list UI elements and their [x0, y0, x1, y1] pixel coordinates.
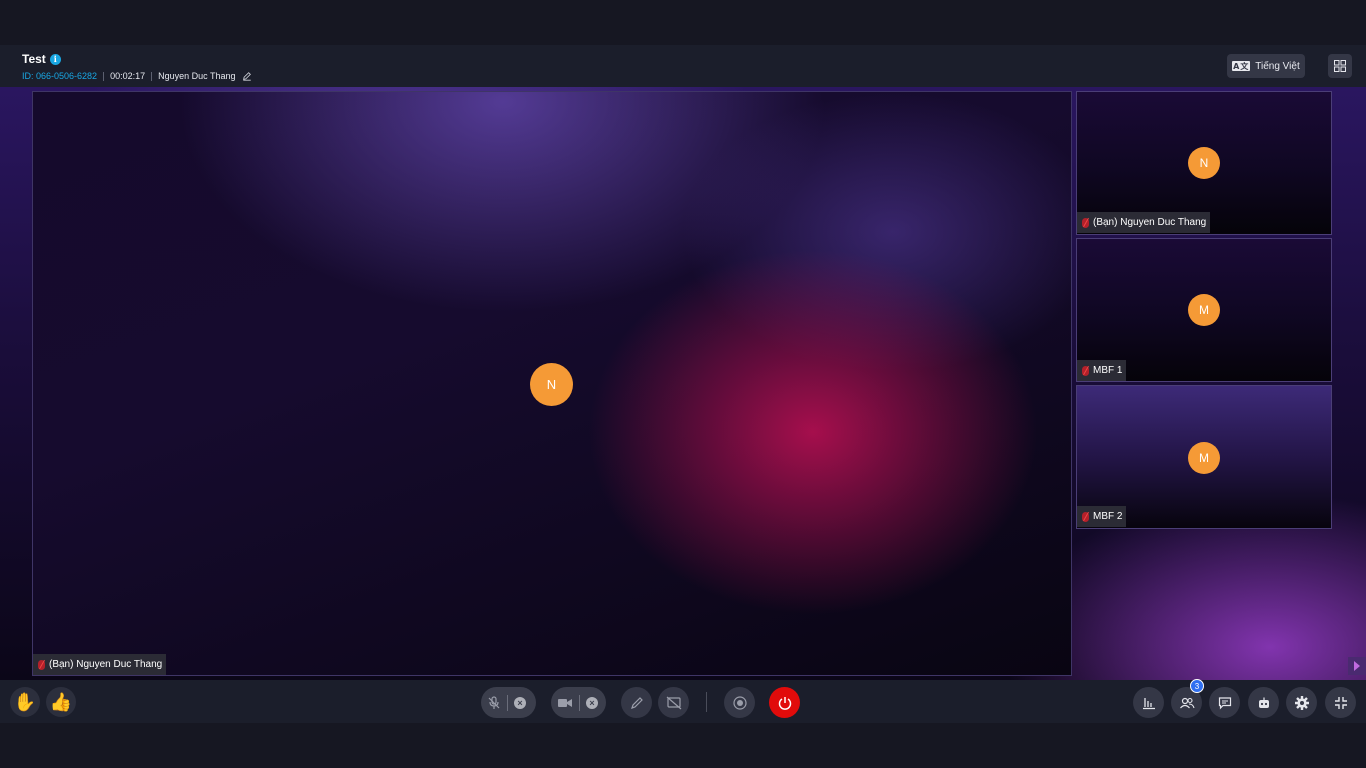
- whiteboard-button[interactable]: [621, 687, 652, 718]
- camera-icon[interactable]: [557, 697, 573, 709]
- participant-name: (Bạn) Nguyen Duc Thang: [1093, 217, 1207, 228]
- settings-button[interactable]: [1286, 687, 1317, 718]
- window-top-strip: [0, 0, 1366, 45]
- meeting-timer: 00:02:17: [110, 71, 146, 81]
- layout-grid-button[interactable]: [1328, 54, 1352, 78]
- meeting-title-row: Test i: [22, 52, 61, 66]
- power-icon: [778, 696, 791, 710]
- participant-name: MBF 1: [1093, 365, 1123, 376]
- camera-blocked-icon[interactable]: ×: [586, 696, 598, 709]
- exit-fullscreen-button[interactable]: [1325, 687, 1356, 718]
- mic-muted-icon: [1082, 365, 1089, 376]
- reaction-thumbs-up-button[interactable]: 👍: [46, 687, 76, 717]
- pencil-icon: [630, 696, 643, 709]
- participant-name-tag: (Bạn) Nguyen Duc Thang: [1077, 212, 1211, 233]
- participant-tile[interactable]: M MBF 1: [1076, 238, 1332, 382]
- host-name: Nguyen Duc Thang: [158, 71, 236, 81]
- meeting-title: Test: [22, 52, 46, 66]
- window-bottom-strip: [0, 723, 1366, 768]
- collapse-icon: [1334, 696, 1347, 709]
- mic-muted-icon: [1082, 511, 1089, 522]
- main-video-tile[interactable]: N (Bạn) Nguyen Duc Thang: [32, 91, 1072, 676]
- bar-chart-icon: [1142, 697, 1155, 709]
- statistics-button[interactable]: [1133, 687, 1164, 718]
- participant-tile[interactable]: N (Bạn) Nguyen Duc Thang: [1076, 91, 1332, 235]
- users-icon: [1179, 697, 1195, 708]
- record-icon: [732, 695, 747, 710]
- raise-hand-button[interactable]: ✋: [10, 687, 40, 717]
- avatar: M: [1188, 294, 1220, 326]
- avatar: M: [1188, 442, 1220, 474]
- chat-button[interactable]: [1209, 687, 1240, 718]
- language-button[interactable]: A文 Tiếng Việt: [1227, 54, 1305, 78]
- participant-name-tag: MBF 2: [1077, 506, 1127, 527]
- mic-muted-icon: [1082, 217, 1089, 228]
- next-page-arrow-icon[interactable]: [1348, 657, 1366, 675]
- translate-icon: A文: [1232, 61, 1251, 71]
- chat-icon: [1218, 696, 1231, 709]
- edit-name-icon[interactable]: [242, 71, 252, 81]
- camera-control: ×: [551, 687, 606, 718]
- assistant-bot-button[interactable]: [1248, 687, 1279, 718]
- meta-divider: [103, 71, 105, 81]
- mic-blocked-icon[interactable]: ×: [514, 696, 526, 709]
- share-screen-button[interactable]: [658, 687, 689, 718]
- participant-name-tag: (Bạn) Nguyen Duc Thang: [33, 654, 167, 675]
- info-icon[interactable]: i: [49, 53, 61, 65]
- end-call-button[interactable]: [769, 687, 800, 718]
- screen-share-off-icon: [666, 696, 681, 709]
- meta-divider: [151, 71, 153, 81]
- participants-count-badge: 3: [1190, 679, 1204, 693]
- language-label: Tiếng Việt: [1255, 60, 1300, 72]
- toolbar-divider: [706, 692, 707, 712]
- participant-tile[interactable]: M MBF 2: [1076, 385, 1332, 529]
- pill-divider: [579, 694, 580, 711]
- avatar: N: [530, 363, 573, 406]
- meeting-meta: ID: 066-0506-6282 00:02:17 Nguyen Duc Th…: [22, 71, 252, 81]
- grid-icon: [1334, 60, 1346, 72]
- meeting-id[interactable]: ID: 066-0506-6282: [22, 71, 97, 81]
- participant-name-tag: MBF 1: [1077, 360, 1127, 381]
- microphone-control: ×: [481, 687, 536, 718]
- avatar: N: [1188, 147, 1220, 179]
- participant-name: MBF 2: [1093, 511, 1123, 522]
- participant-name: (Bạn) Nguyen Duc Thang: [49, 659, 163, 670]
- mic-off-icon[interactable]: [487, 695, 501, 710]
- record-button[interactable]: [724, 687, 755, 718]
- mic-muted-icon: [38, 659, 45, 670]
- pill-divider: [507, 694, 508, 711]
- robot-icon: [1258, 697, 1269, 708]
- gear-icon: [1294, 695, 1309, 710]
